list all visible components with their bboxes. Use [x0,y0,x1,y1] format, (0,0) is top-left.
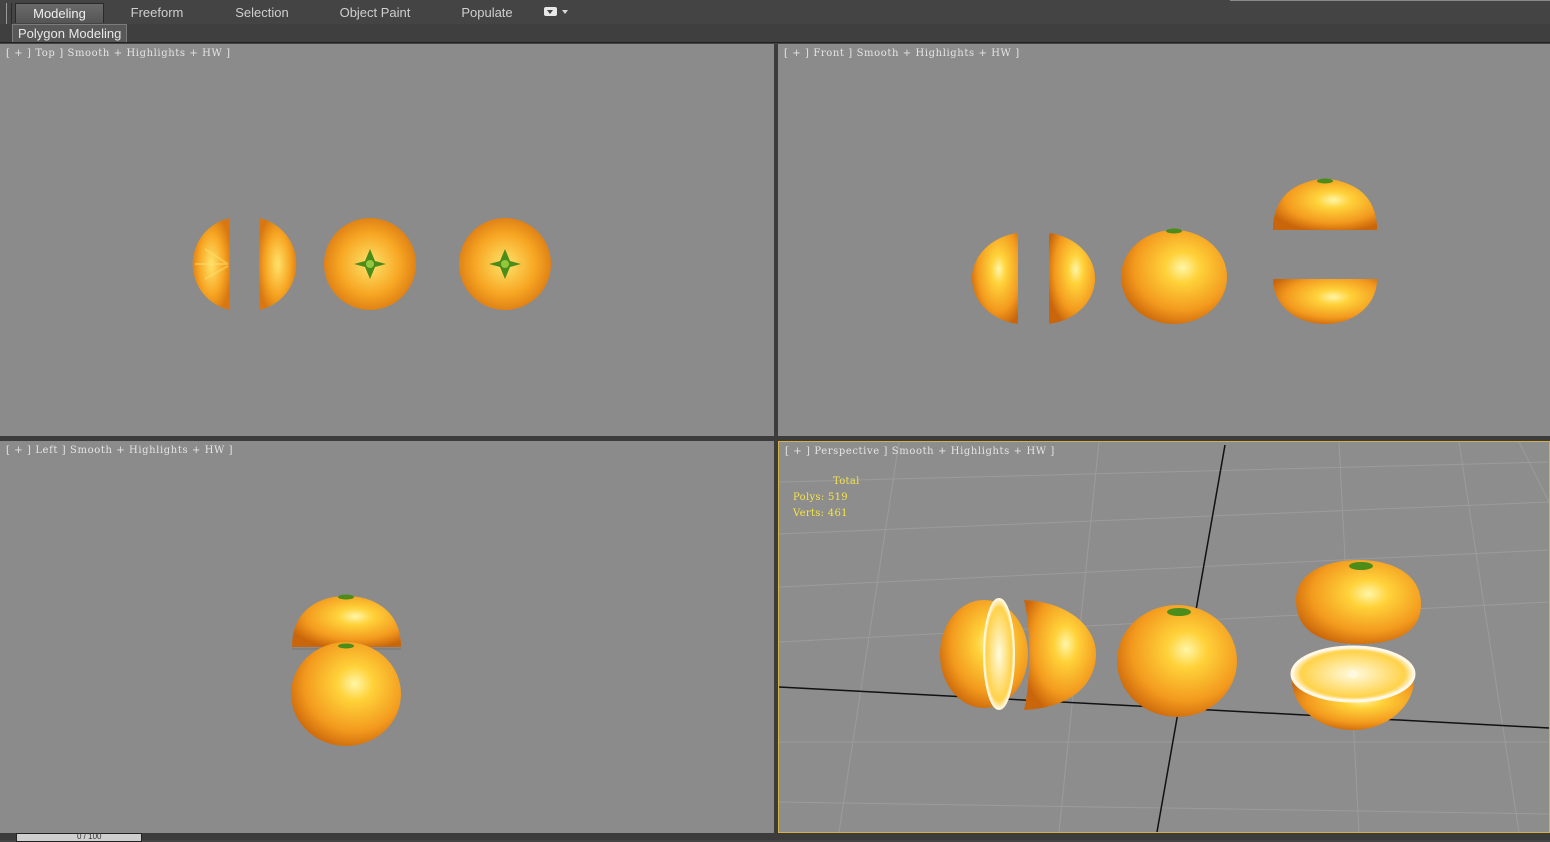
orange-whole-perspective[interactable] [1117,605,1237,717]
orange-whole-front[interactable] [1121,228,1227,325]
chevron-down-icon [562,10,568,14]
viewport-perspective-label[interactable]: [ + ] Perspective ] Smooth + Highlights … [785,446,1055,457]
orange-cut-top[interactable] [459,218,551,310]
viewport-front-scene [971,178,1377,325]
viewport-front-label[interactable]: [ + ] Front ] Smooth + Highlights + HW ] [784,48,1020,59]
ribbon-display-options-icon[interactable] [543,6,569,18]
viewport-left[interactable]: [ + ] Left ] Smooth + Highlights + HW ] [0,441,774,833]
viewport-left-label[interactable]: [ + ] Left ] Smooth + Highlights + HW ] [6,445,233,456]
viewport-top-scene [192,218,551,310]
viewport-perspective[interactable]: [ + ] Perspective ] Smooth + Highlights … [778,441,1550,833]
tab-object-paint[interactable]: Object Paint [330,3,420,22]
stats-polys: Polys: 519 [793,492,848,503]
ribbon-tab-bar: Modeling Freeform Selection Object Paint… [0,0,1550,39]
orange-cut-perspective[interactable] [1290,560,1421,730]
stats-verts: Verts: 461 [793,508,848,519]
orange-split-halves[interactable] [940,598,1096,710]
orange-whole-top[interactable] [324,218,416,310]
tab-selection[interactable]: Selection [222,3,302,22]
panel-tab-polygon-modeling[interactable]: Polygon Modeling [12,24,128,42]
viewport-left-scene [291,594,401,747]
stats-total-heading: Total [833,476,860,487]
divider [1230,0,1550,1]
viewport-splitter-horizontal[interactable] [0,436,1550,441]
tab-freeform[interactable]: Freeform [118,3,196,22]
viewport-perspective-scene [779,442,1549,832]
tab-populate[interactable]: Populate [448,3,526,22]
orange-cut-front[interactable] [1273,178,1377,325]
orange-split-halves[interactable] [971,233,1096,324]
ribbon-panel-strip: Polygon Modeling [0,24,1550,43]
viewport-top-label[interactable]: [ + ] Top ] Smooth + Highlights + HW ] [6,48,231,59]
minimize-ribbon-icon [544,7,557,16]
viewport-front[interactable]: [ + ] Front ] Smooth + Highlights + HW ] [778,44,1550,436]
viewport-top[interactable]: [ + ] Top ] Smooth + Highlights + HW ] [0,44,774,436]
timeline-bar: 0 / 100 [0,833,1550,842]
time-slider[interactable]: 0 / 100 [16,833,142,842]
tab-modeling[interactable]: Modeling [15,3,104,23]
orange-cut-left[interactable] [291,594,401,747]
orange-split-halves[interactable] [192,218,297,310]
